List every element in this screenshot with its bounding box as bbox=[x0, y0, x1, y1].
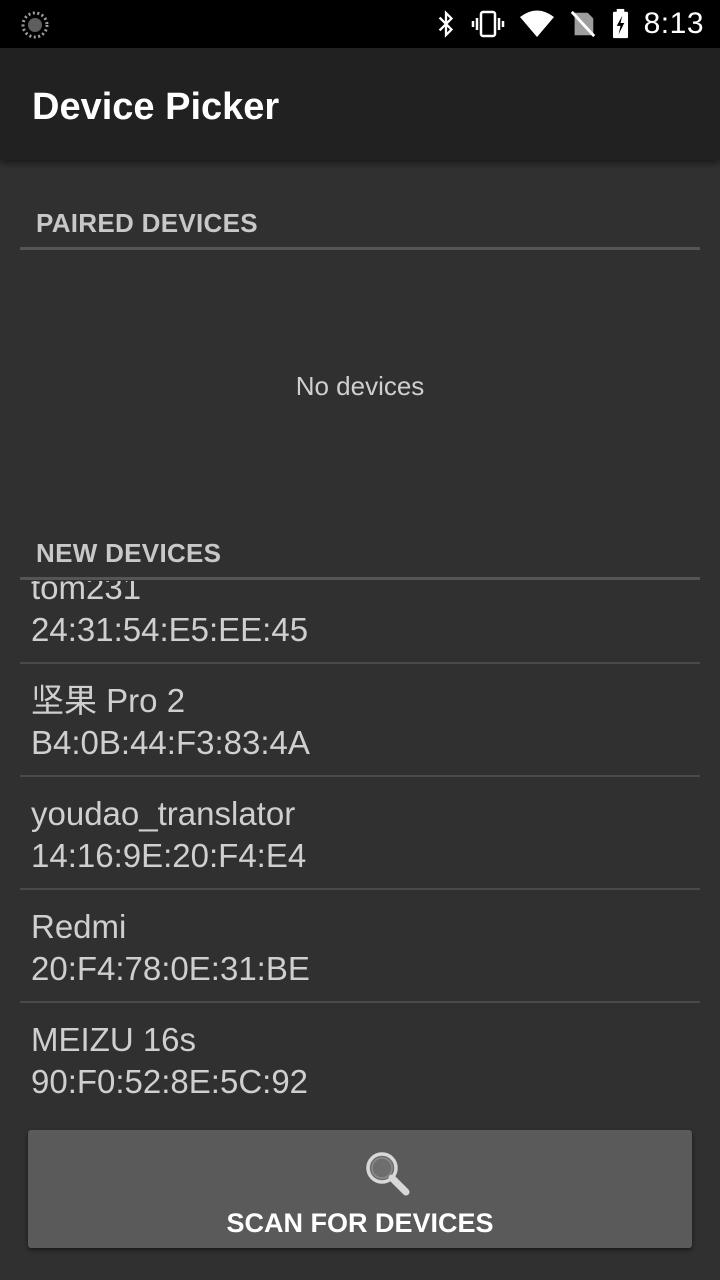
battery-charging-icon bbox=[612, 8, 628, 39]
device-name: youdao_translator bbox=[31, 795, 296, 832]
device-address: B4:0B:44:F3:83:4A bbox=[31, 724, 310, 761]
device-item-tom231[interactable]: tom231 24:31:54:E5:EE:45 bbox=[20, 581, 700, 664]
status-bar: 8:13 bbox=[0, 0, 720, 48]
page-title: Device Picker bbox=[32, 86, 280, 128]
device-item-youdao-translator[interactable]: youdao_translator 14:16:9E:20:F4:E4 bbox=[20, 777, 700, 890]
scan-button-label: SCAN FOR DEVICES bbox=[226, 1208, 494, 1238]
clock-time: 8:13 bbox=[643, 7, 704, 40]
new-devices-header: NEW DEVICES bbox=[20, 530, 700, 580]
wifi-icon bbox=[519, 10, 554, 37]
device-item-redmi[interactable]: Redmi 20:F4:78:0E:31:BE bbox=[20, 890, 700, 1003]
new-devices-title: NEW DEVICES bbox=[36, 538, 222, 568]
device-name: Redmi bbox=[31, 908, 127, 945]
device-address: 14:16:9E:20:F4:E4 bbox=[31, 837, 307, 874]
no-devices-text: No devices bbox=[295, 371, 425, 401]
paired-devices-header: PAIRED DEVICES bbox=[20, 200, 700, 250]
loading-icon bbox=[21, 11, 49, 39]
device-name: 坚果 Pro 2 bbox=[31, 682, 186, 719]
device-item-jianguo-pro-2[interactable]: 坚果 Pro 2 B4:0B:44:F3:83:4A bbox=[20, 664, 700, 777]
search-icon bbox=[366, 1152, 410, 1196]
paired-devices-title: PAIRED DEVICES bbox=[36, 208, 258, 238]
scan-for-devices-button[interactable]: SCAN FOR DEVICES bbox=[28, 1130, 692, 1248]
device-name: MEIZU 16s bbox=[31, 1021, 197, 1058]
no-sim-icon bbox=[570, 10, 595, 38]
vibrate-icon bbox=[471, 10, 504, 38]
new-devices-list[interactable]: tom231 24:31:54:E5:EE:45 坚果 Pro 2 B4:0B:… bbox=[20, 581, 700, 1108]
device-address: 20:F4:78:0E:31:BE bbox=[31, 950, 310, 987]
bluetooth-icon bbox=[438, 10, 453, 38]
device-name: tom231 bbox=[31, 581, 142, 606]
device-address: 90:F0:52:8E:5C:92 bbox=[31, 1063, 309, 1100]
device-address: 24:31:54:E5:EE:45 bbox=[31, 611, 309, 648]
app-bar: Device Picker bbox=[0, 48, 720, 160]
device-item-meizu-16s[interactable]: MEIZU 16s 90:F0:52:8E:5C:92 bbox=[20, 1003, 700, 1108]
